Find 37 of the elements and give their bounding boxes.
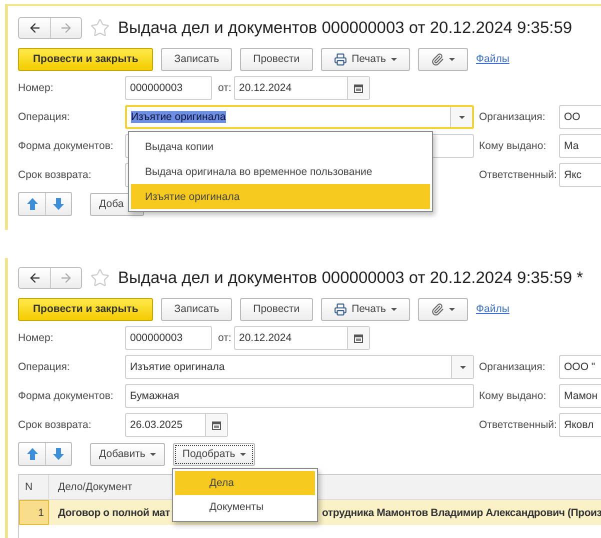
table-cell: Договор о полной мат [58, 506, 170, 518]
field-value: Якс [563, 169, 583, 181]
field-label: Номер: [18, 82, 54, 94]
field-value: Бумажная [129, 390, 180, 402]
field-label: Ответственный: [479, 169, 558, 181]
column-header: N [25, 481, 33, 493]
field-label: Операция: [18, 111, 71, 123]
field-value: 20.12.2024 [238, 82, 293, 94]
field-label: Форма документов: [18, 390, 114, 402]
field-value: 20.12.2024 [238, 332, 293, 344]
document-title: Выдача дел и документов 000000003 от 20.12.2024 9:35:59 * [118, 268, 584, 288]
field-label: Организация: [479, 361, 546, 373]
field-label: Номер: [18, 332, 54, 344]
field-label: Срок возврата: [18, 169, 92, 181]
field-value: 000000003 [129, 82, 184, 94]
field-label: Срок возврата: [18, 419, 92, 431]
field-value: Изъятие оригинала [130, 111, 227, 123]
field-value: Ма [563, 140, 580, 152]
field-value: 000000003 [129, 332, 184, 344]
field-value: ОО [563, 111, 582, 123]
field-value: Изъятие оригинала [129, 361, 226, 373]
field-label: Операция: [18, 361, 71, 373]
field-value: Мамон [563, 390, 599, 402]
field-label: Организация: [479, 111, 546, 123]
field-label: Ответственный: [479, 419, 558, 431]
document-title: Выдача дел и документов 000000003 от 20.12.2024 9:35:59 [118, 18, 572, 38]
field-value: ООО " [563, 361, 596, 373]
field-value: 26.03.2025 [129, 419, 184, 431]
field-label: от: [218, 82, 232, 94]
field-value: Яковл [563, 419, 595, 431]
field-label: Кому выдано: [479, 140, 548, 152]
column-header: Дело/Документ [58, 481, 132, 493]
row-number: 1 [19, 500, 49, 525]
table-cell: отрудника Мамонтов Владимир Александрович (Произ [322, 506, 601, 518]
field-label: Кому выдано: [479, 390, 548, 402]
field-label: от: [218, 332, 232, 344]
field-label: Форма документов: [18, 140, 114, 152]
